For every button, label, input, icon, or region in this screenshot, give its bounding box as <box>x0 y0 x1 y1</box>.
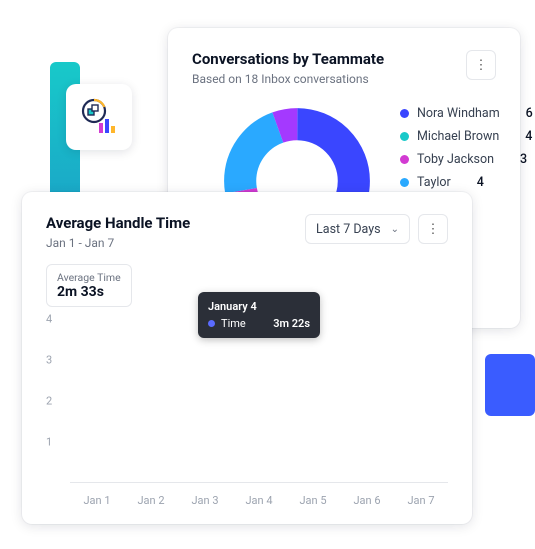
card-title: Average Handle Time <box>46 214 190 232</box>
bar-chart: 4321 January 4 Time 3m 22s Jan 1Jan 2Jan… <box>46 301 448 511</box>
y-tick: 2 <box>46 395 52 408</box>
date-range-dropdown[interactable]: Last 7 Days ⌄ <box>305 214 410 244</box>
x-tick: Jan 3 <box>178 494 232 507</box>
legend-value: 4 <box>477 175 484 190</box>
kebab-icon: ⋮ <box>427 222 440 237</box>
x-tick: Jan 7 <box>394 494 448 507</box>
legend-item: Nora Windham 6 <box>400 106 533 121</box>
x-tick: Jan 5 <box>286 494 340 507</box>
decorative-blue-block <box>485 354 535 416</box>
x-tick: Jan 4 <box>232 494 286 507</box>
legend-swatch <box>400 109 409 118</box>
legend-swatch <box>400 155 409 164</box>
card-title: Conversations by Teammate <box>192 50 384 68</box>
chevron-down-icon: ⌄ <box>391 224 399 235</box>
tooltip-heading: January 4 <box>208 300 310 313</box>
plot-area: January 4 Time 3m 22s <box>70 319 448 483</box>
dropdown-label: Last 7 Days <box>316 222 381 237</box>
legend-name: Nora Windham <box>417 106 500 121</box>
y-axis: 4321 <box>46 319 62 483</box>
x-tick: Jan 6 <box>340 494 394 507</box>
legend-swatch <box>400 132 409 141</box>
more-options-button[interactable]: ⋮ <box>418 214 448 244</box>
legend-name: Taylor <box>417 175 451 190</box>
analytics-icon-card <box>66 84 132 150</box>
x-axis: Jan 1Jan 2Jan 3Jan 4Jan 5Jan 6Jan 7 <box>70 494 448 507</box>
legend-value: 6 <box>526 106 533 121</box>
legend-swatch <box>400 178 409 187</box>
analytics-icon <box>79 97 119 137</box>
stat-label: Average Time <box>57 271 121 284</box>
legend-item: Michael Brown 4 <box>400 129 533 144</box>
legend-item: Taylor 4 <box>400 175 533 190</box>
legend-name: Toby Jackson <box>417 152 494 167</box>
card-subtitle: Based on 18 Inbox conversations <box>192 72 384 86</box>
legend-item: Toby Jackson 3 <box>400 152 533 167</box>
y-tick: 1 <box>46 436 52 449</box>
average-handle-time-card: Average Handle Time Jan 1 - Jan 7 Last 7… <box>22 192 472 524</box>
tooltip-dot-icon <box>208 320 215 327</box>
tooltip-series-label: Time <box>221 317 246 330</box>
x-tick: Jan 2 <box>124 494 178 507</box>
kebab-icon: ⋮ <box>475 58 488 73</box>
legend-name: Michael Brown <box>417 129 499 144</box>
more-options-button[interactable]: ⋮ <box>466 50 496 80</box>
x-tick: Jan 1 <box>70 494 124 507</box>
y-tick: 4 <box>46 313 52 326</box>
y-tick: 3 <box>46 354 52 367</box>
legend-value: 3 <box>520 152 527 167</box>
legend-value: 4 <box>525 129 532 144</box>
tooltip-value: 3m 22s <box>273 317 310 330</box>
bar-tooltip: January 4 Time 3m 22s <box>198 292 320 338</box>
date-range: Jan 1 - Jan 7 <box>46 236 190 250</box>
stat-value: 2m 33s <box>57 284 121 300</box>
